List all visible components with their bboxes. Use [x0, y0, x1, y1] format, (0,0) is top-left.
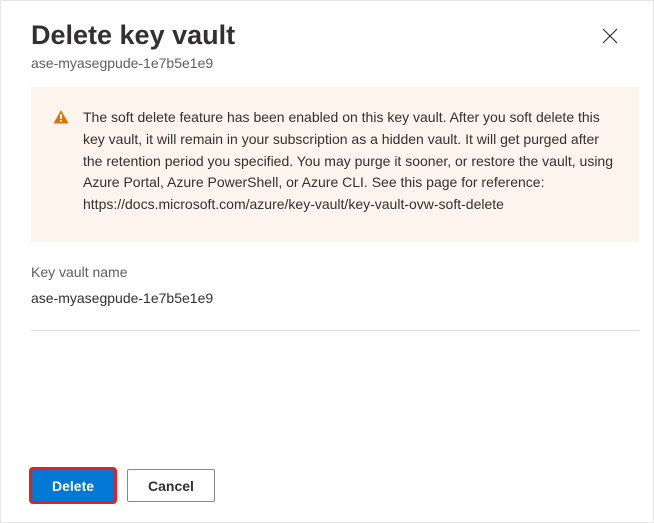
cancel-button[interactable]: Cancel [127, 469, 215, 502]
soft-delete-warning: The soft delete feature has been enabled… [31, 87, 639, 241]
warning-icon [53, 109, 69, 125]
warning-message: The soft delete feature has been enabled… [83, 107, 617, 215]
key-vault-name-value: ase-myasegpude-1e7b5e1e9 [31, 290, 639, 306]
key-vault-name-label: Key vault name [31, 264, 639, 280]
panel-header: Delete key vault ase-myasegpude-1e7b5e1e… [1, 1, 653, 81]
delete-button[interactable]: Delete [31, 469, 115, 502]
footer-divider [31, 330, 639, 331]
header-text-block: Delete key vault ase-myasegpude-1e7b5e1e… [31, 19, 597, 71]
panel-footer: Delete Cancel [1, 451, 653, 522]
resource-name-subtitle: ase-myasegpude-1e7b5e1e9 [31, 55, 597, 71]
page-title: Delete key vault [31, 19, 597, 51]
close-icon [601, 33, 619, 48]
content-scroll-area[interactable]: The soft delete feature has been enabled… [1, 81, 651, 451]
close-button[interactable] [597, 23, 623, 52]
delete-key-vault-panel: Delete key vault ase-myasegpude-1e7b5e1e… [1, 1, 653, 522]
